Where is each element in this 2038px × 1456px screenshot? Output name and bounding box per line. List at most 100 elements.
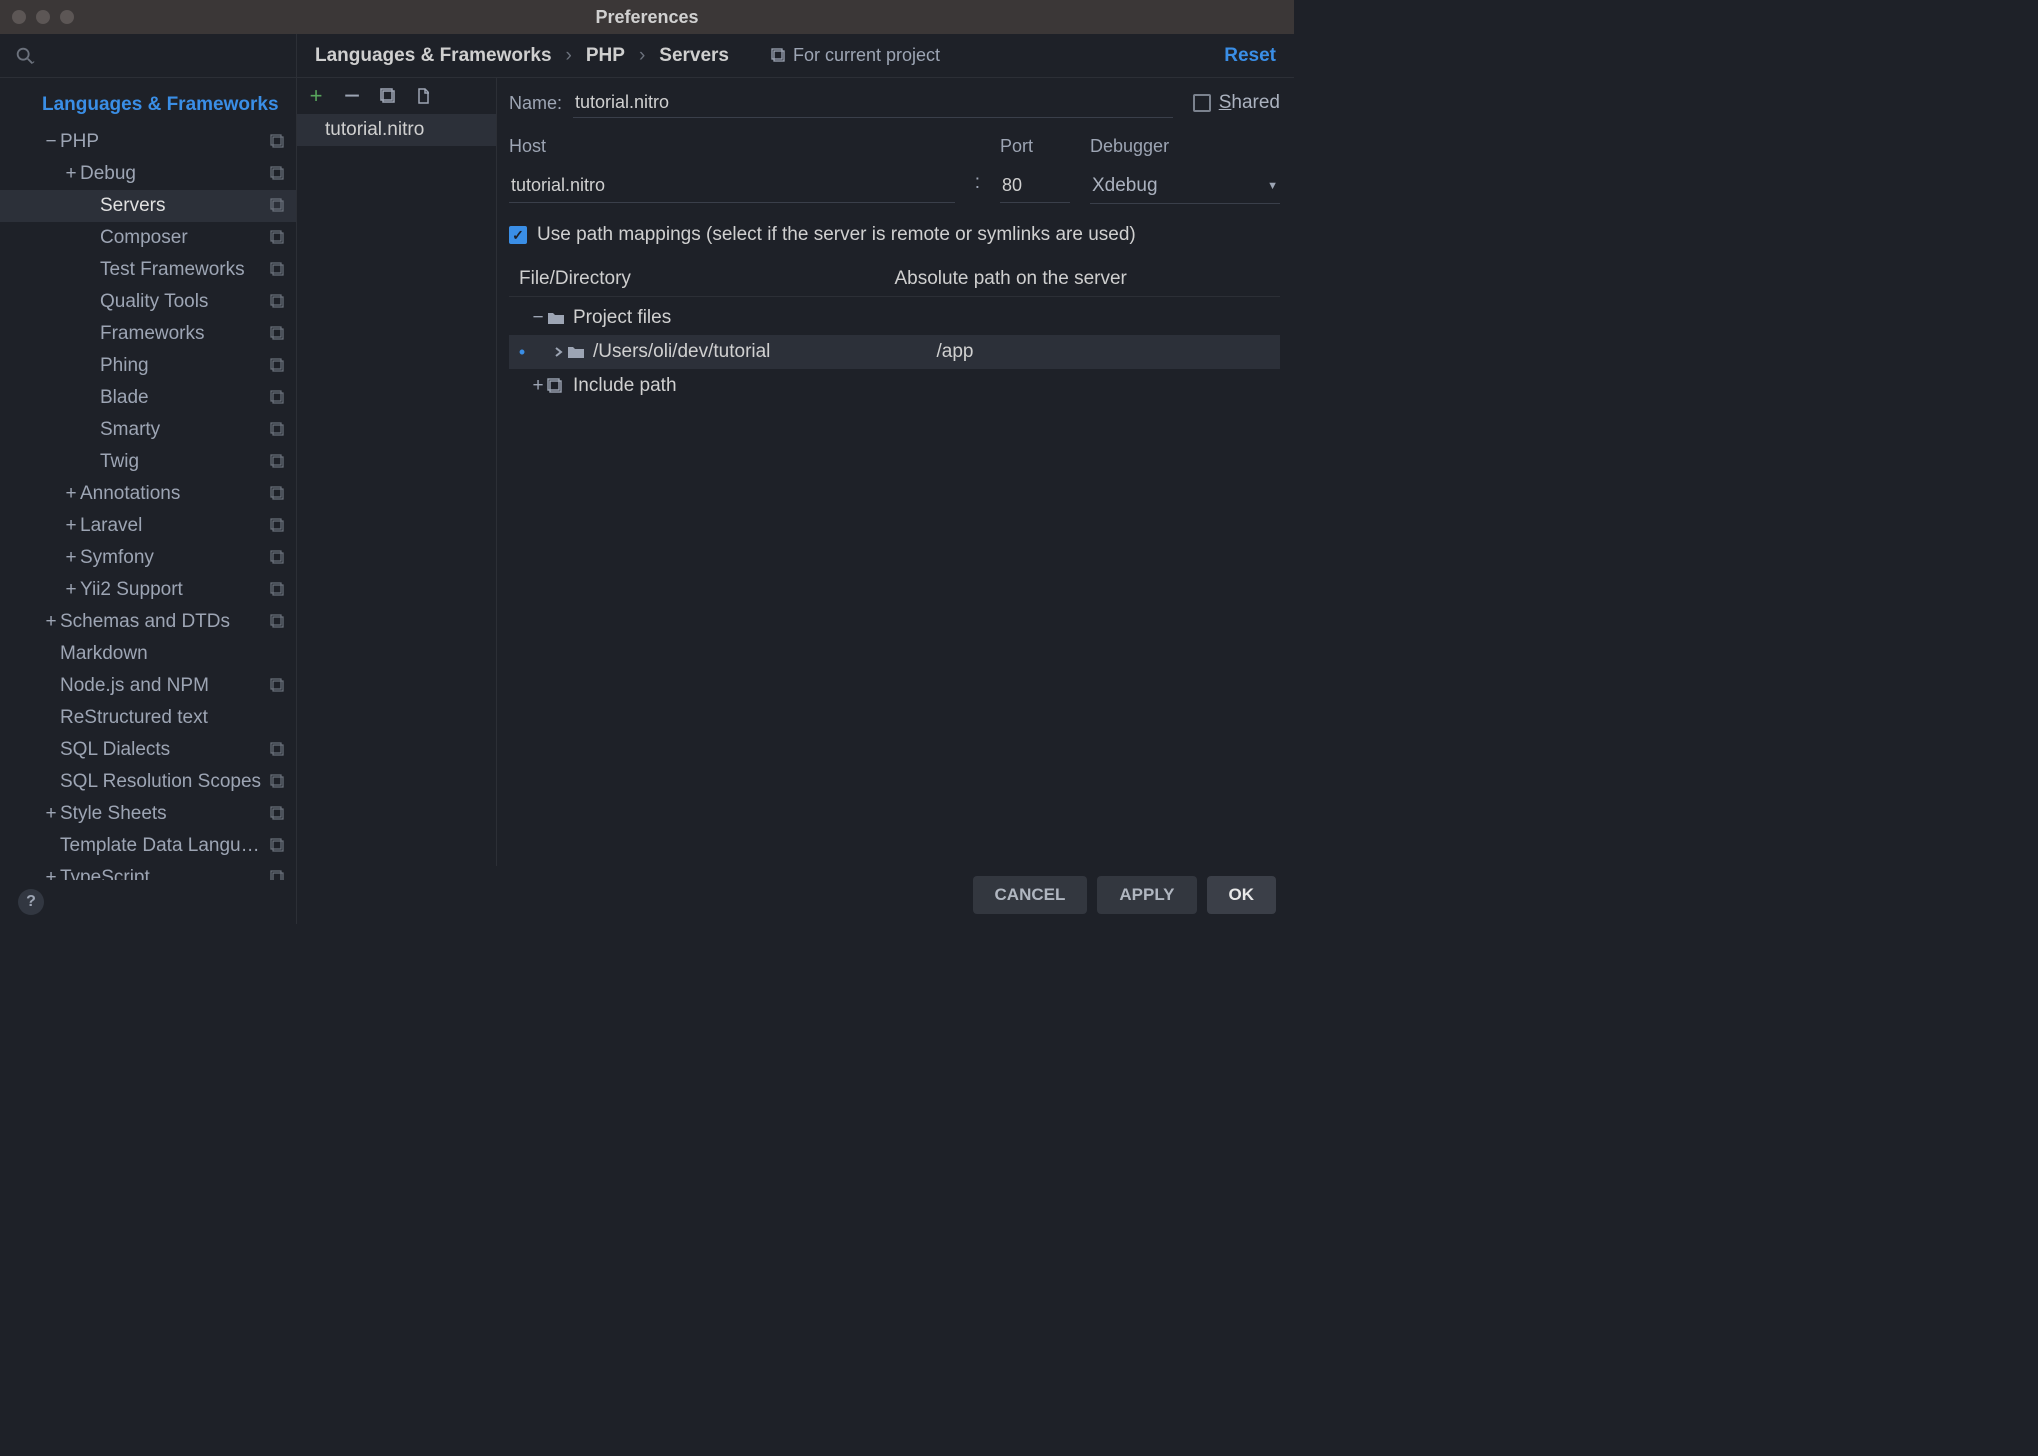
server-form-pane: Name: Shared Host : [497, 78, 1294, 866]
expand-icon[interactable]: + [42, 803, 60, 825]
sidebar-item-debug[interactable]: +Debug [0, 158, 296, 190]
scope-icon [270, 134, 286, 150]
server-list-toolbar: + − [297, 78, 496, 114]
scope-badge: For current project [771, 45, 940, 66]
sidebar-item-label: ReStructured text [60, 707, 296, 729]
help-footer: ? [0, 880, 296, 924]
scope-icon [270, 678, 286, 694]
sidebar-item-phing[interactable]: Phing [0, 350, 296, 382]
sidebar-item-label: TypeScript [60, 867, 270, 880]
server-list-pane: + − tutorial.nitro [297, 78, 497, 866]
sidebar-item-style-sheets[interactable]: +Style Sheets [0, 798, 296, 830]
search-icon[interactable] [14, 45, 36, 67]
shared-label: Shared [1219, 92, 1280, 114]
expand-icon[interactable]: + [42, 867, 60, 880]
pathmap-label: Use path mappings (select if the server … [537, 224, 1136, 246]
path-label: Project files [573, 307, 927, 329]
shared-checkbox-row[interactable]: Shared [1193, 92, 1280, 114]
sidebar-item-composer[interactable]: Composer [0, 222, 296, 254]
zoom-window-button[interactable] [60, 10, 74, 24]
sidebar-item-laravel[interactable]: +Laravel [0, 510, 296, 542]
host-input[interactable] [509, 169, 955, 203]
sidebar-item-schemas-and-dtds[interactable]: +Schemas and DTDs [0, 606, 296, 638]
scope-icon [270, 262, 286, 278]
row-expander-icon[interactable]: + [529, 375, 547, 397]
port-label: Port [1000, 136, 1070, 157]
pathmap-checkbox[interactable] [509, 226, 527, 244]
folder-icon [567, 344, 587, 360]
sidebar-item-yii2-support[interactable]: +Yii2 Support [0, 574, 296, 606]
settings-sidebar: Languages & Frameworks −PHP+DebugServers… [0, 34, 297, 924]
sidebar-item-servers[interactable]: Servers [0, 190, 296, 222]
name-input[interactable] [573, 88, 1173, 118]
minimize-window-button[interactable] [36, 10, 50, 24]
titlebar: Preferences [0, 0, 1294, 34]
scope-icon [771, 48, 787, 64]
ok-button[interactable]: OK [1207, 876, 1277, 914]
sidebar-item-php[interactable]: −PHP [0, 126, 296, 158]
sidebar-item-quality-tools[interactable]: Quality Tools [0, 286, 296, 318]
sidebar-item-sql-dialects[interactable]: SQL Dialects [0, 734, 296, 766]
sidebar-item-label: Style Sheets [60, 803, 270, 825]
shared-checkbox[interactable] [1193, 94, 1211, 112]
scope-icon [270, 294, 286, 310]
scope-icon [270, 486, 286, 502]
sidebar-item-node-js-and-npm[interactable]: Node.js and NPM [0, 670, 296, 702]
sidebar-item-frameworks[interactable]: Frameworks [0, 318, 296, 350]
sidebar-item-twig[interactable]: Twig [0, 446, 296, 478]
sidebar-item-typescript[interactable]: +TypeScript [0, 862, 296, 880]
expand-icon[interactable]: + [62, 579, 80, 601]
remove-server-button[interactable]: − [343, 87, 361, 105]
import-server-button[interactable] [415, 87, 433, 105]
help-icon[interactable]: ? [18, 889, 44, 915]
scope-icon [270, 870, 286, 880]
expand-icon[interactable]: + [62, 163, 80, 185]
path-row[interactable]: + Include path [509, 369, 1280, 403]
sidebar-item-symfony[interactable]: +Symfony [0, 542, 296, 574]
sidebar-item-smarty[interactable]: Smarty [0, 414, 296, 446]
path-row[interactable]: • /Users/oli/dev/tutorial/app [509, 335, 1280, 369]
row-expander-icon[interactable]: − [529, 307, 547, 329]
sidebar-item-markdown[interactable]: Markdown [0, 638, 296, 670]
scope-icon [270, 230, 286, 246]
collapse-icon[interactable]: − [42, 131, 60, 153]
sidebar-item-label: Annotations [80, 483, 270, 505]
row-expander-icon[interactable] [549, 346, 567, 358]
path-label: /Users/oli/dev/tutorial [593, 341, 937, 363]
debugger-select[interactable]: Xdebug ▼ [1090, 169, 1280, 204]
port-input[interactable] [1000, 169, 1070, 203]
sidebar-item-test-frameworks[interactable]: Test Frameworks [0, 254, 296, 286]
server-list-item[interactable]: tutorial.nitro [297, 114, 496, 146]
col-absolute-path: Absolute path on the server [895, 268, 1271, 290]
close-window-button[interactable] [12, 10, 26, 24]
sidebar-item-label: Smarty [100, 419, 270, 441]
sidebar-item-label: Node.js and NPM [60, 675, 270, 697]
path-row[interactable]: − Project files [509, 301, 1280, 335]
expand-icon[interactable]: + [42, 611, 60, 633]
apply-button[interactable]: APPLY [1097, 876, 1196, 914]
cancel-button[interactable]: CANCEL [973, 876, 1088, 914]
reset-link[interactable]: Reset [1224, 45, 1276, 67]
scope-icon [270, 454, 286, 470]
expand-icon[interactable]: + [62, 483, 80, 505]
expand-icon[interactable]: + [62, 515, 80, 537]
copy-server-button[interactable] [379, 87, 397, 105]
sidebar-item-label: Twig [100, 451, 270, 473]
sidebar-item-template-data-languages[interactable]: Template Data Languages [0, 830, 296, 862]
expand-icon[interactable]: + [62, 547, 80, 569]
sidebar-item-annotations[interactable]: +Annotations [0, 478, 296, 510]
sidebar-item-sql-resolution-scopes[interactable]: SQL Resolution Scopes [0, 766, 296, 798]
absolute-path-cell[interactable]: /app [937, 341, 1281, 363]
add-server-button[interactable]: + [307, 87, 325, 105]
server-list-item-label: tutorial.nitro [325, 119, 424, 141]
modified-indicator-icon: • [515, 342, 529, 363]
folder-icon [547, 310, 567, 326]
crumb-php[interactable]: PHP [586, 45, 625, 67]
sidebar-item-label: Yii2 Support [80, 579, 270, 601]
sidebar-item-restructured-text[interactable]: ReStructured text [0, 702, 296, 734]
sidebar-item-blade[interactable]: Blade [0, 382, 296, 414]
path-label: Include path [573, 375, 927, 397]
crumb-root[interactable]: Languages & Frameworks [315, 45, 552, 67]
host-label: Host [509, 136, 955, 157]
chevron-right-icon: › [566, 45, 572, 67]
